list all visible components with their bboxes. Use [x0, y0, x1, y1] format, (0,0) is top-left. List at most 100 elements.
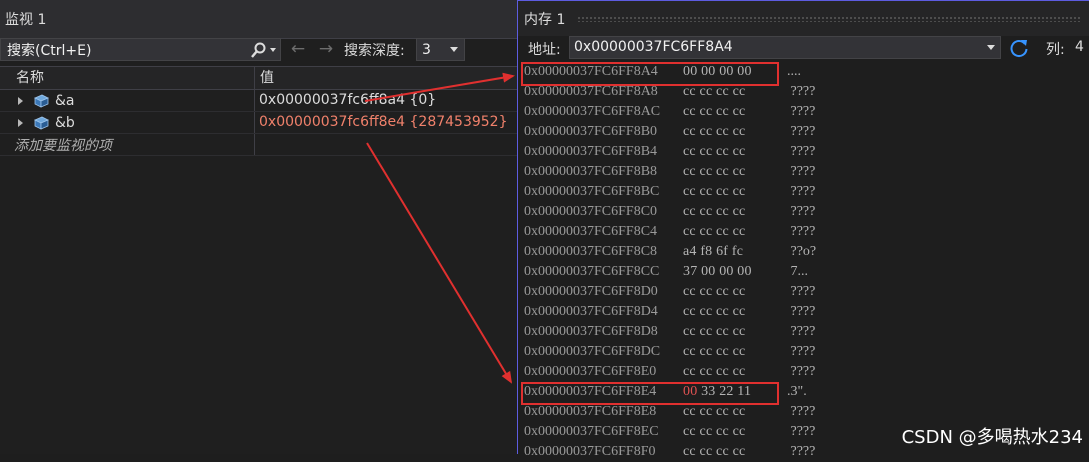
memory-ascii[interactable]: ????	[787, 422, 816, 442]
memory-ascii[interactable]: ????	[787, 182, 816, 202]
memory-title-bar[interactable]: 内存 1	[518, 0, 1089, 36]
title-grip[interactable]	[577, 15, 1081, 22]
memory-ascii[interactable]: ????	[787, 222, 816, 242]
memory-ascii[interactable]: ????	[787, 302, 816, 322]
memory-row[interactable]: 0x00000037FC6FF8C4 cc cc cc cc ????	[518, 222, 1089, 242]
memory-address: 0x00000037FC6FF8D8	[524, 324, 658, 339]
memory-ascii[interactable]: ????	[787, 322, 816, 342]
back-arrow-icon[interactable]: ←	[288, 39, 308, 59]
memory-hex[interactable]: cc cc cc cc	[683, 222, 745, 242]
memory-address: 0x00000037FC6FF8BC	[524, 184, 660, 199]
address-value: 0x00000037FC6FF8A4	[574, 39, 733, 55]
memory-address: 0x00000037FC6FF8E0	[524, 364, 657, 379]
highlight-box-b	[521, 382, 779, 405]
watch-grid-header: 名称 值	[0, 66, 517, 90]
expand-arrow-icon[interactable]	[18, 96, 23, 105]
highlight-box-a	[521, 62, 779, 86]
memory-hex[interactable]: a4 f8 6f fc	[683, 242, 743, 262]
memory-row[interactable]: 0x00000037FC6FF8C8 a4 f8 6f fc ??o?	[518, 242, 1089, 262]
memory-hex[interactable]: cc cc cc cc	[683, 202, 745, 222]
memory-row[interactable]: 0x00000037FC6FF8AC cc cc cc cc ????	[518, 102, 1089, 122]
memory-ascii[interactable]: ????	[787, 402, 816, 422]
memory-hex[interactable]: cc cc cc cc	[683, 402, 745, 422]
memory-row[interactable]: 0x00000037FC6FF8B0 cc cc cc cc ????	[518, 122, 1089, 142]
memory-hex[interactable]: cc cc cc cc	[683, 302, 745, 322]
memory-row[interactable]: 0x00000037FC6FF8D4 cc cc cc cc ????	[518, 302, 1089, 322]
memory-ascii[interactable]: ????	[787, 122, 816, 142]
memory-address: 0x00000037FC6FF8D4	[524, 304, 658, 319]
memory-row[interactable]: 0x00000037FC6FF8B8 cc cc cc cc ????	[518, 162, 1089, 182]
memory-address: 0x00000037FC6FF8E8	[524, 404, 657, 419]
memory-hex[interactable]: cc cc cc cc	[683, 442, 745, 462]
memory-hex[interactable]: 37 00 00 00	[683, 262, 752, 282]
memory-hex[interactable]: cc cc cc cc	[683, 422, 745, 442]
memory-row[interactable]: 0x00000037FC6FF8B4 cc cc cc cc ????	[518, 142, 1089, 162]
watch-add-item-row[interactable]: 添加要监视的项	[0, 134, 517, 156]
memory-ascii[interactable]: ????	[787, 442, 816, 462]
columns-label: 列:	[1046, 42, 1065, 58]
search-depth-select[interactable]: 3	[416, 38, 465, 61]
watch-item-value[interactable]: 0x00000037fc6ff8a4 {0}	[255, 90, 436, 111]
memory-row[interactable]: 0x00000037FC6FF8C0 cc cc cc cc ????	[518, 202, 1089, 222]
memory-ascii[interactable]: .3".	[787, 382, 807, 402]
memory-address: 0x00000037FC6FF8C4	[524, 224, 658, 239]
add-watch-item[interactable]: 添加要监视的项	[0, 134, 255, 155]
search-depth-label: 搜索深度:	[344, 43, 405, 59]
memory-row[interactable]: 0x00000037FC6FF8CC 37 00 00 00 7...	[518, 262, 1089, 282]
memory-ascii[interactable]: ????	[787, 282, 816, 302]
search-icon[interactable]	[244, 41, 276, 59]
memory-ascii[interactable]: ....	[787, 62, 801, 82]
address-label: 地址:	[528, 42, 561, 58]
refresh-icon[interactable]	[1008, 37, 1030, 59]
search-depth-value: 3	[422, 41, 431, 58]
memory-hex[interactable]: cc cc cc cc	[683, 282, 745, 302]
chevron-down-icon[interactable]	[987, 45, 995, 50]
memory-row[interactable]: 0x00000037FC6FF8E0 cc cc cc cc ????	[518, 362, 1089, 382]
memory-address: 0x00000037FC6FF8CC	[524, 264, 660, 279]
search-input[interactable]: 搜索(Ctrl+E)	[0, 38, 281, 61]
memory-hex[interactable]: cc cc cc cc	[683, 142, 745, 162]
watch-title: 监视 1	[5, 12, 47, 28]
memory-address: 0x00000037FC6FF8C0	[524, 204, 658, 219]
memory-hex[interactable]: cc cc cc cc	[683, 342, 745, 362]
memory-title: 内存 1	[524, 11, 566, 28]
memory-ascii[interactable]: ????	[787, 142, 816, 162]
memory-ascii[interactable]: ????	[787, 102, 816, 122]
memory-row[interactable]: 0x00000037FC6FF8D8 cc cc cc cc ????	[518, 322, 1089, 342]
columns-value[interactable]: 4	[1075, 39, 1084, 55]
forward-arrow-icon[interactable]: →	[316, 39, 336, 59]
memory-row[interactable]: 0x00000037FC6FF8BC cc cc cc cc ????	[518, 182, 1089, 202]
memory-ascii[interactable]: ????	[787, 202, 816, 222]
address-input[interactable]: 0x00000037FC6FF8A4	[569, 36, 1001, 59]
memory-ascii[interactable]: ????	[787, 82, 816, 102]
column-header-value[interactable]: 值	[255, 67, 274, 89]
memory-address: 0x00000037FC6FF8C8	[524, 244, 658, 259]
memory-address: 0x00000037FC6FF8D0	[524, 284, 658, 299]
memory-row[interactable]: 0x00000037FC6FF8D0 cc cc cc cc ????	[518, 282, 1089, 302]
memory-ascii[interactable]: ??o?	[787, 242, 817, 262]
memory-address: 0x00000037FC6FF8B4	[524, 144, 658, 159]
expand-arrow-icon[interactable]	[18, 118, 23, 127]
memory-hex[interactable]: cc cc cc cc	[683, 102, 745, 122]
memory-row[interactable]: 0x00000037FC6FF8E8 cc cc cc cc ????	[518, 402, 1089, 422]
memory-ascii[interactable]: ????	[787, 162, 816, 182]
watch-item-value-changed[interactable]: 0x00000037fc6ff8e4 {287453952}	[255, 112, 508, 133]
memory-hex[interactable]: cc cc cc cc	[683, 162, 745, 182]
column-header-name[interactable]: 名称	[0, 67, 255, 89]
memory-ascii[interactable]: 7...	[787, 262, 809, 282]
memory-hex[interactable]: cc cc cc cc	[683, 182, 745, 202]
memory-ascii[interactable]: ????	[787, 342, 816, 362]
watch-row-b[interactable]: &b 0x00000037fc6ff8e4 {287453952}	[0, 112, 517, 134]
watermark: CSDN @多喝热水234	[901, 427, 1083, 448]
watch-title-bar[interactable]: 监视 1	[0, 0, 517, 39]
memory-row[interactable]: 0x00000037FC6FF8DC cc cc cc cc ????	[518, 342, 1089, 362]
memory-hex[interactable]: cc cc cc cc	[683, 362, 745, 382]
memory-ascii[interactable]: ????	[787, 362, 816, 382]
memory-hex[interactable]: cc cc cc cc	[683, 122, 745, 142]
watch-row-a[interactable]: &a 0x00000037fc6ff8a4 {0}	[0, 90, 517, 112]
watch-panel: 监视 1 搜索(Ctrl+E) ← → 搜索深度: 3 名称 值 &a 0x00…	[0, 0, 517, 454]
variable-cube-icon	[34, 94, 49, 108]
memory-panel: 内存 1 地址: 0x00000037FC6FF8A4 列: 4 0x00000…	[517, 0, 1089, 459]
memory-hex[interactable]: cc cc cc cc	[683, 322, 745, 342]
chevron-down-icon[interactable]	[270, 48, 276, 52]
